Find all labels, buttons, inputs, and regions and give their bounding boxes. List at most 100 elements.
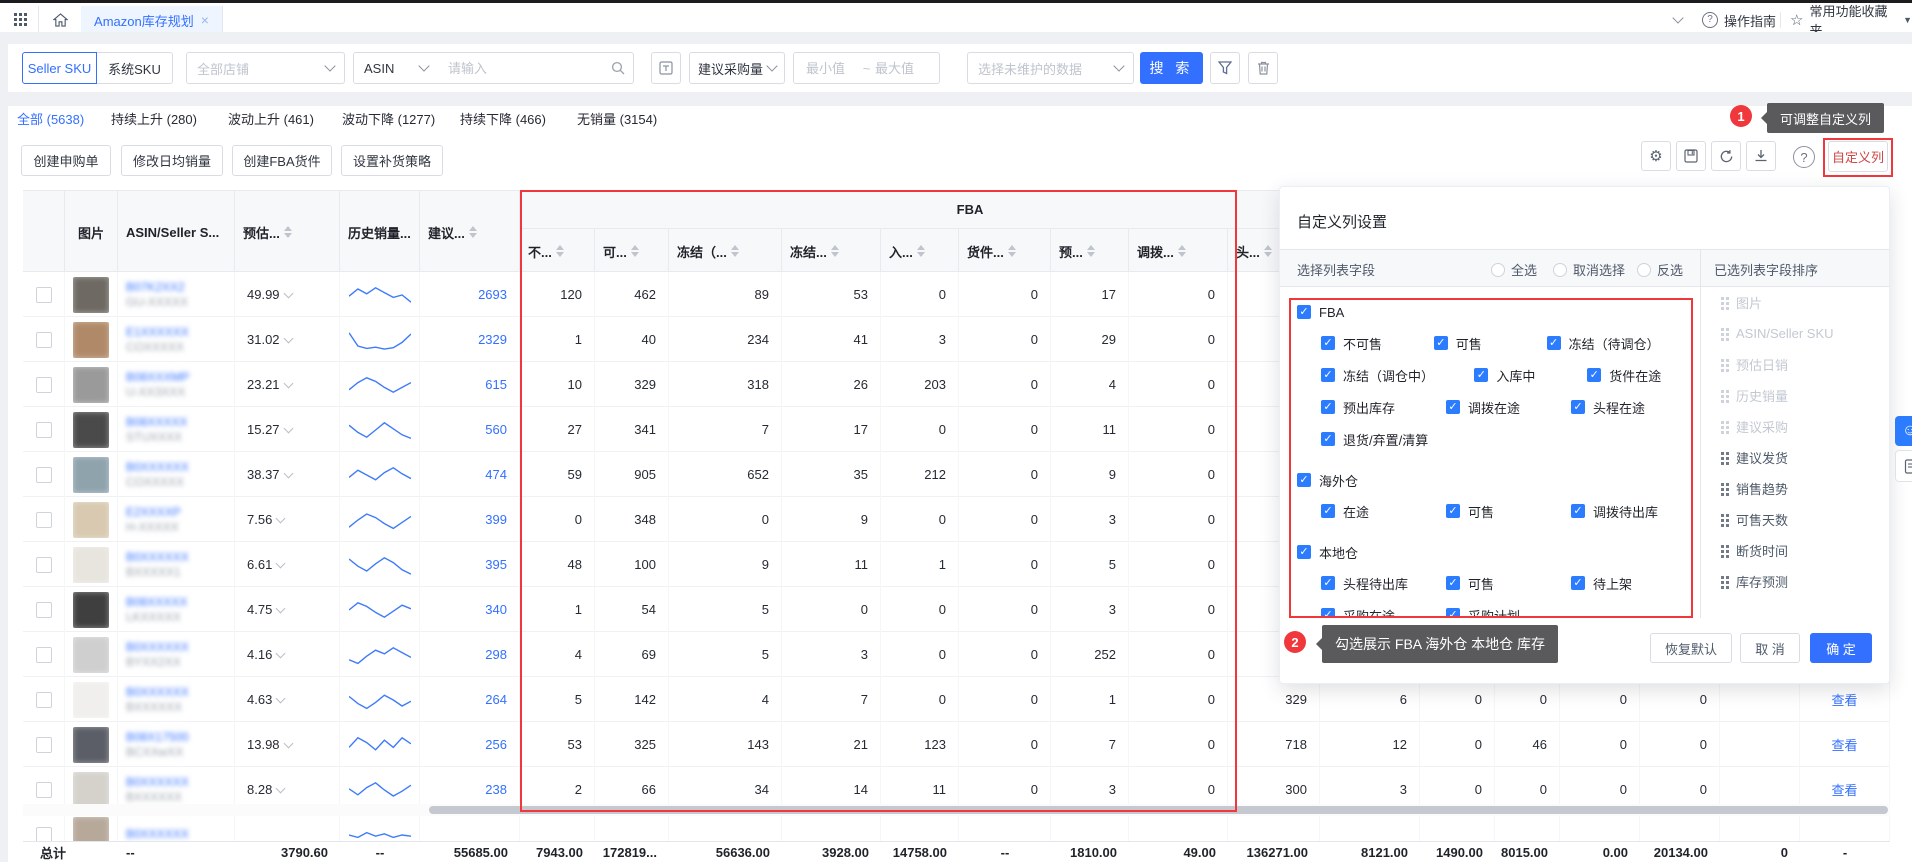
field-checkbox[interactable]: ✓可售 [1446,567,1571,599]
suggest-link[interactable]: 238 [485,782,507,797]
checked-checkbox-icon[interactable]: ✓ [1446,504,1460,518]
suggest-link[interactable]: 340 [485,602,507,617]
home-tab[interactable] [38,6,82,34]
row-checkbox[interactable] [36,692,52,708]
tab-3[interactable]: 波动下降 (1277) [342,110,435,130]
price-expand-icon[interactable] [283,423,293,433]
refresh-button[interactable] [1711,141,1741,171]
view-link[interactable]: 查看 [1831,690,1857,709]
row-checkbox[interactable] [36,422,52,438]
row-checkbox[interactable] [36,647,52,663]
price-expand-icon[interactable] [276,693,286,703]
asin-link[interactable]: B08XXXMP [126,370,189,385]
suggest-link[interactable]: 264 [485,692,507,707]
row-checkbox[interactable] [36,512,52,528]
field-checkbox[interactable]: ✓在途 [1321,495,1446,527]
checked-checkbox-icon[interactable]: ✓ [1297,473,1311,487]
price-expand-icon[interactable] [283,288,293,298]
suggest-link[interactable]: 474 [485,467,507,482]
feedback-floater[interactable] [1895,450,1912,482]
field-checkbox[interactable]: ✓不可售 [1321,327,1434,359]
tab-4[interactable]: 持续下降 (466) [460,110,546,130]
sort-icons[interactable] [284,226,292,238]
export-button[interactable] [1746,141,1776,171]
invert-select-radio[interactable]: 反选 [1637,260,1683,279]
sorted-field-8[interactable]: 断货时间 [1721,535,1882,566]
asin-link[interactable]: E2XXXXP [126,505,181,520]
sorted-field-7[interactable]: 可售天数 [1721,504,1882,535]
asin-link[interactable]: B0XXXXXX [126,460,189,475]
select-all-radio[interactable]: 全选 [1491,260,1537,279]
asin-link[interactable]: B08X17500 [126,730,189,745]
clear-filters-button[interactable] [1248,52,1278,84]
operation-guide-link[interactable]: ? 操作指南 [1702,6,1776,34]
tab-amazon-inventory-planning[interactable]: Amazon库存规划 × [81,6,223,34]
checked-checkbox-icon[interactable]: ✓ [1321,400,1335,414]
batch-search-button[interactable] [651,52,681,84]
row-checkbox[interactable] [36,377,52,393]
checked-checkbox-icon[interactable]: ✓ [1547,336,1561,350]
drag-handle-icon[interactable] [1721,514,1724,517]
checked-checkbox-icon[interactable]: ✓ [1587,368,1601,382]
price-expand-icon[interactable] [283,738,293,748]
checked-checkbox-icon[interactable]: ✓ [1297,305,1311,319]
field-checkbox[interactable]: ✓采购计划 [1446,599,1571,618]
field-checkbox[interactable]: ✓冻结（待调仓） [1547,327,1700,359]
filter-funnel-button[interactable] [1210,52,1240,84]
price-expand-icon[interactable] [283,333,293,343]
sort-icons[interactable] [731,245,739,257]
checked-checkbox-icon[interactable]: ✓ [1446,608,1460,618]
metric-select[interactable]: 建议采购量 [689,52,785,84]
max-value-input[interactable] [873,60,929,77]
checked-checkbox-icon[interactable]: ✓ [1434,336,1448,350]
price-expand-icon[interactable] [276,648,286,658]
sort-icons[interactable] [1178,245,1186,257]
row-checkbox[interactable] [36,467,52,483]
sort-icons[interactable] [831,245,839,257]
table-settings-button[interactable]: ⚙ [1641,141,1671,171]
sort-icons[interactable] [1087,245,1095,257]
asin-link[interactable]: B07K2XX2 [126,280,188,295]
checked-checkbox-icon[interactable]: ✓ [1474,368,1488,382]
sort-icons[interactable] [1008,245,1016,257]
tab-5[interactable]: 无销量 (3154) [577,110,657,130]
suggest-link[interactable]: 298 [485,647,507,662]
tab-2[interactable]: 波动上升 (461) [228,110,314,130]
row-checkbox[interactable] [36,782,52,798]
search-field-select[interactable]: ASIN [353,52,439,84]
field-checkbox[interactable]: ✓采购在途 [1321,599,1446,618]
row-checkbox[interactable] [36,332,52,348]
drag-handle-icon[interactable] [1721,545,1724,548]
drag-handle-icon[interactable] [1721,452,1724,455]
tab-0[interactable]: 全部 (5638) [17,110,84,130]
field-checkbox[interactable]: ✓预出库存 [1321,391,1446,423]
sorted-field-5[interactable]: 建议发货 [1721,442,1882,473]
search-button[interactable]: 搜 索 [1140,52,1203,84]
row-checkbox[interactable] [36,737,52,753]
system-sku-toggle[interactable]: 系统SKU [97,52,173,84]
field-checkbox[interactable]: ✓待上架 [1571,567,1696,599]
asin-link[interactable]: B0XXXXXX [126,640,189,655]
checked-checkbox-icon[interactable]: ✓ [1571,576,1585,590]
field-checkbox[interactable]: ✓可售 [1434,327,1547,359]
row-checkbox[interactable] [36,287,52,303]
row-checkbox[interactable] [36,827,52,842]
row-checkbox[interactable] [36,557,52,573]
horizontal-scrollbar-thumb[interactable] [429,806,1888,814]
close-icon[interactable]: × [201,12,209,28]
sort-icons[interactable] [1264,245,1272,257]
suggest-link[interactable]: 256 [485,737,507,752]
field-checkbox[interactable]: ✓调拨在途 [1446,391,1571,423]
checked-checkbox-icon[interactable]: ✓ [1321,608,1335,618]
price-expand-icon[interactable] [283,378,293,388]
drag-handle-icon[interactable] [1721,576,1724,579]
sorted-field-9[interactable]: 库存预测 [1721,566,1882,597]
checked-checkbox-icon[interactable]: ✓ [1321,368,1335,382]
action-button-0[interactable]: 创建申购单 [21,145,111,176]
field-checkbox[interactable]: ✓头程在途 [1571,391,1696,423]
reset-default-button[interactable]: 恢复默认 [1650,633,1732,663]
cancel-button[interactable]: 取 消 [1740,633,1800,663]
sort-icons[interactable] [556,245,564,257]
sort-icons[interactable] [917,245,925,257]
view-link[interactable]: 查看 [1831,780,1857,799]
